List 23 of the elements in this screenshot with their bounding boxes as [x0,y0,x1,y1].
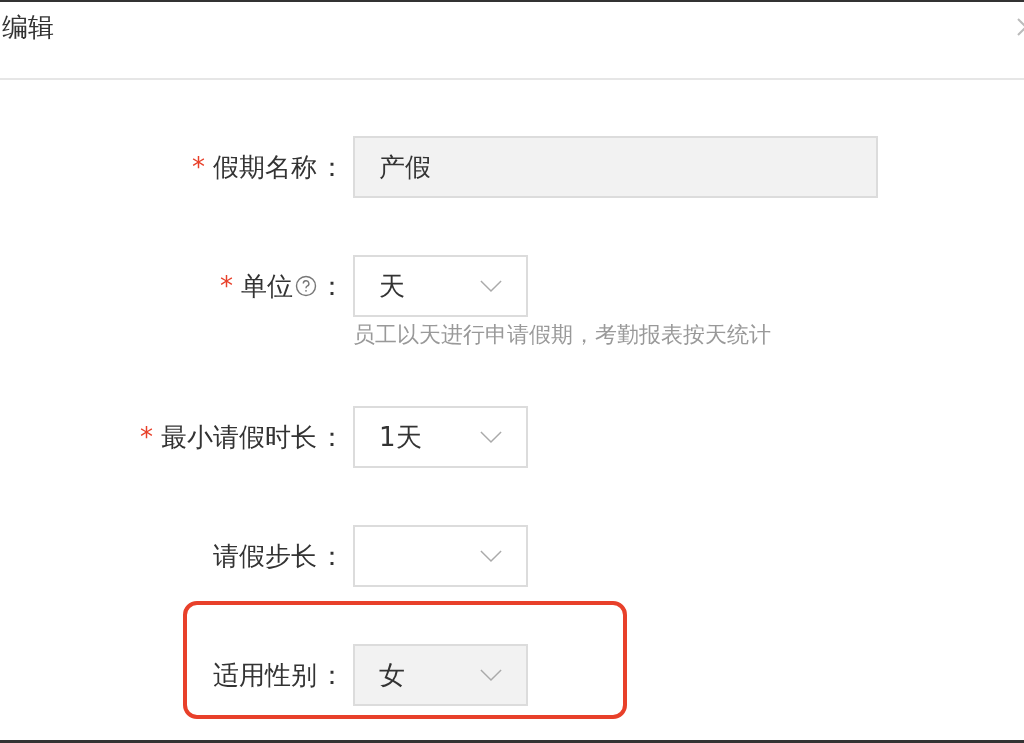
field-label: 最小请假时长 [161,420,317,454]
required-asterisk: * [140,422,153,452]
dialog-title: 编辑 [2,11,54,44]
field-hint: 员工以天进行申请假期，考勤报表按天统计 [353,321,772,349]
caret-icon [480,549,502,563]
field-label: 适用性别 [213,658,317,692]
caret-icon [480,668,502,682]
colon: ： [319,658,345,692]
colon: ： [319,150,345,184]
colon: ： [319,420,345,454]
field-label: 请假步长 [213,539,317,573]
caret-icon [480,279,502,293]
required-asterisk: * [220,271,233,301]
help-icon[interactable] [295,275,317,297]
select-field[interactable] [353,525,528,587]
colon: ： [319,539,345,573]
field-label: 单位 [241,269,293,303]
select-field[interactable]: 天 [353,255,528,317]
colon: ： [319,269,345,303]
field-label: 假期名称 [213,150,317,184]
select-field[interactable]: 1天 [353,406,528,468]
caret-icon [480,430,502,444]
required-asterisk: * [192,152,205,182]
